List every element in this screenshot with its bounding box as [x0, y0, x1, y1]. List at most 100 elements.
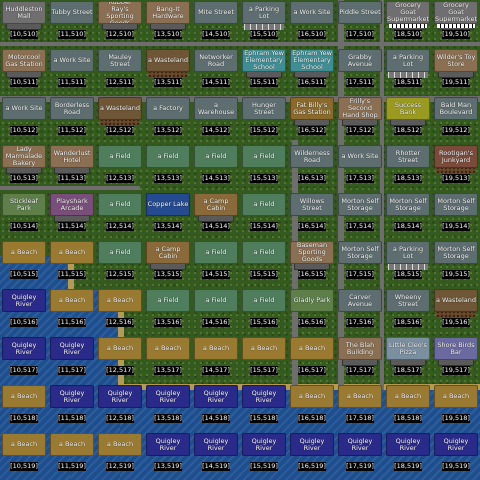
- map-cell[interactable]: a Work Site [16,510]: [288, 0, 336, 48]
- map-cell[interactable]: Morton Self Storage [19,514]: [432, 192, 480, 240]
- map-cell[interactable]: a Work Site [17,513]: [336, 144, 384, 192]
- map-cell[interactable]: Networker Road [14,511]: [192, 48, 240, 96]
- map-cell[interactable]: Morton Self Storage [19,515]: [432, 240, 480, 288]
- map-cell[interactable]: Wilderness Road [16,513]: [288, 144, 336, 192]
- map-cell[interactable]: a Beach [15,517]: [240, 336, 288, 384]
- map-cell[interactable]: Shore Birds Bar [19,517]: [432, 336, 480, 384]
- map-cell[interactable]: a Field [12,515]: [96, 240, 144, 288]
- map-cell[interactable]: a Field [13,513]: [144, 144, 192, 192]
- map-cell[interactable]: a Beach [12,519]: [96, 432, 144, 480]
- map-cell[interactable]: Quigley River [16,519]: [288, 432, 336, 480]
- map-cell[interactable]: a Beach [11,516]: [48, 288, 96, 336]
- map-cell[interactable]: Wanderlust Hotel [11,513]: [48, 144, 96, 192]
- map-cell[interactable]: a Beach [10,515]: [0, 240, 48, 288]
- map-cell[interactable]: Quigley River [10,516]: [0, 288, 48, 336]
- map-cell[interactable]: a Beach [10,518]: [0, 384, 48, 432]
- map-cell[interactable]: a Field [15,516]: [240, 288, 288, 336]
- map-cell[interactable]: Grocery Goat Supermarket [19,510]: [432, 0, 480, 48]
- map-cell[interactable]: Baseman Sporting Goods [16,515]: [288, 240, 336, 288]
- map-cell[interactable]: Huddleston Mall [10,510]: [0, 0, 48, 48]
- map-cell[interactable]: Carver Avenue [17,516]: [336, 288, 384, 336]
- map-cell[interactable]: Quigley River [17,519]: [336, 432, 384, 480]
- map-cell[interactable]: Playshark Arcade [11,514]: [48, 192, 96, 240]
- map-cell[interactable]: a Field [15,513]: [240, 144, 288, 192]
- map-cell[interactable]: Quigley River [13,518]: [144, 384, 192, 432]
- map-cell[interactable]: Motorcool Gas Station [10,511]: [0, 48, 48, 96]
- map-cell[interactable]: Mite Street [14,510]: [192, 0, 240, 48]
- map-cell[interactable]: a Beach [13,517]: [144, 336, 192, 384]
- map-cell[interactable]: Quigley River [13,519]: [144, 432, 192, 480]
- map-cell[interactable]: Morton Self Storage [17,515]: [336, 240, 384, 288]
- map-cell[interactable]: a Beach [11,519]: [48, 432, 96, 480]
- map-cell[interactable]: Morton Self Storage [17,514]: [336, 192, 384, 240]
- map-cell[interactable]: a Parking Lot [15,510]: [240, 0, 288, 48]
- map-cell[interactable]: Copper Lake [13,514]: [144, 192, 192, 240]
- map-cell[interactable]: Bang-It Hardware [13,510]: [144, 0, 192, 48]
- map-cell[interactable]: Quigley River [12,518]: [96, 384, 144, 432]
- map-cell[interactable]: Piddle Street [17,510]: [336, 0, 384, 48]
- map-cell[interactable]: a Beach [11,515]: [48, 240, 96, 288]
- map-cell[interactable]: a Parking Lot [18,511]: [384, 48, 432, 96]
- map-cell[interactable]: Willows Street [16,514]: [288, 192, 336, 240]
- map-cell[interactable]: a Beach [12,517]: [96, 336, 144, 384]
- map-cell[interactable]: Bald Man Boulevard [19,512]: [432, 96, 480, 144]
- map-cell[interactable]: a Beach [19,518]: [432, 384, 480, 432]
- map-cell[interactable]: Mauley Street [12,511]: [96, 48, 144, 96]
- map-cell[interactable]: a Parking Lot [18,515]: [384, 240, 432, 288]
- map-cell[interactable]: a Field [15,515]: [240, 240, 288, 288]
- map-cell[interactable]: a Field [13,516]: [144, 288, 192, 336]
- map-cell[interactable]: a Camp Cabin [13,515]: [144, 240, 192, 288]
- map-cell[interactable]: Ephram Yew Elementary School [15,511]: [240, 48, 288, 96]
- map-cell[interactable]: Ephram Yew Elementary School [16,511]: [288, 48, 336, 96]
- map-cell[interactable]: Wilder's Toy Store [19,511]: [432, 48, 480, 96]
- map-cell[interactable]: Little Cleo's Pizza [18,517]: [384, 336, 432, 384]
- map-cell[interactable]: a Field [15,514]: [240, 192, 288, 240]
- map-cell[interactable]: Lady Marmalade Bakery [10,513]: [0, 144, 48, 192]
- map-cell[interactable]: Tubby Street [11,510]: [48, 0, 96, 48]
- map-cell[interactable]: a Beach [12,516]: [96, 288, 144, 336]
- map-cell[interactable]: Rhotter Street [18,513]: [384, 144, 432, 192]
- map-cell[interactable]: a Work Site [11,511]: [48, 48, 96, 96]
- map-cell[interactable]: Rootigan's Junkyard [19,513]: [432, 144, 480, 192]
- map-cell[interactable]: a Field [12,513]: [96, 144, 144, 192]
- map-cell[interactable]: a Field [14,516]: [192, 288, 240, 336]
- map-cell[interactable]: a Beach [10,519]: [0, 432, 48, 480]
- map-cell[interactable]: Gladly Park [16,516]: [288, 288, 336, 336]
- map-cell[interactable]: Quigley River [11,517]: [48, 336, 96, 384]
- map-cell[interactable]: a Work Site [10,512]: [0, 96, 48, 144]
- map-cell[interactable]: a Beach [16,517]: [288, 336, 336, 384]
- map-cell[interactable]: Fat Billy's Gas Station [16,512]: [288, 96, 336, 144]
- map-cell[interactable]: a Beach [17,518]: [336, 384, 384, 432]
- map-cell[interactable]: Frilly's Second Hand Shop [17,512]: [336, 96, 384, 144]
- map-cell[interactable]: a Field [14,515]: [192, 240, 240, 288]
- map-cell[interactable]: Wheeny Street [18,516]: [384, 288, 432, 336]
- map-cell[interactable]: Quigley River [11,518]: [48, 384, 96, 432]
- map-cell[interactable]: The Blah Building [17,517]: [336, 336, 384, 384]
- map-cell[interactable]: Quigley River [10,517]: [0, 336, 48, 384]
- map-cell[interactable]: Quigley River [18,519]: [384, 432, 432, 480]
- map-cell[interactable]: a Wasteland [19,516]: [432, 288, 480, 336]
- map-cell[interactable]: a Beach [18,518]: [384, 384, 432, 432]
- map-cell[interactable]: a Camp Cabin [14,514]: [192, 192, 240, 240]
- map-cell[interactable]: Quigley River [15,518]: [240, 384, 288, 432]
- map-cell[interactable]: Quigley River [14,519]: [192, 432, 240, 480]
- map-cell[interactable]: Grabby Avenue [17,511]: [336, 48, 384, 96]
- map-cell[interactable]: Rubber Ray's Sporting Goods [12,510]: [96, 0, 144, 48]
- map-cell[interactable]: a Wasteland [12,512]: [96, 96, 144, 144]
- map-cell[interactable]: a Field [12,514]: [96, 192, 144, 240]
- map-cell[interactable]: a Factory [13,512]: [144, 96, 192, 144]
- map-cell[interactable]: a Field [14,513]: [192, 144, 240, 192]
- map-cell[interactable]: Grocery Goat Supermarket [18,510]: [384, 0, 432, 48]
- map-cell[interactable]: a Wasteland [13,511]: [144, 48, 192, 96]
- map-cell[interactable]: Borderless Road [11,512]: [48, 96, 96, 144]
- map-cell[interactable]: Success Bank [18,512]: [384, 96, 432, 144]
- map-cell[interactable]: a Beach [16,518]: [288, 384, 336, 432]
- map-cell[interactable]: Quigley River [14,518]: [192, 384, 240, 432]
- map-cell[interactable]: Hunger Street [15,512]: [240, 96, 288, 144]
- map-cell[interactable]: a Beach [14,517]: [192, 336, 240, 384]
- map-cell[interactable]: Stickleaf Park [10,514]: [0, 192, 48, 240]
- map-cell[interactable]: Quigley River [19,519]: [432, 432, 480, 480]
- map-cell[interactable]: a Warehouse [14,512]: [192, 96, 240, 144]
- map-cell[interactable]: Morton Self Storage [18,514]: [384, 192, 432, 240]
- map-cell[interactable]: Quigley River [15,519]: [240, 432, 288, 480]
